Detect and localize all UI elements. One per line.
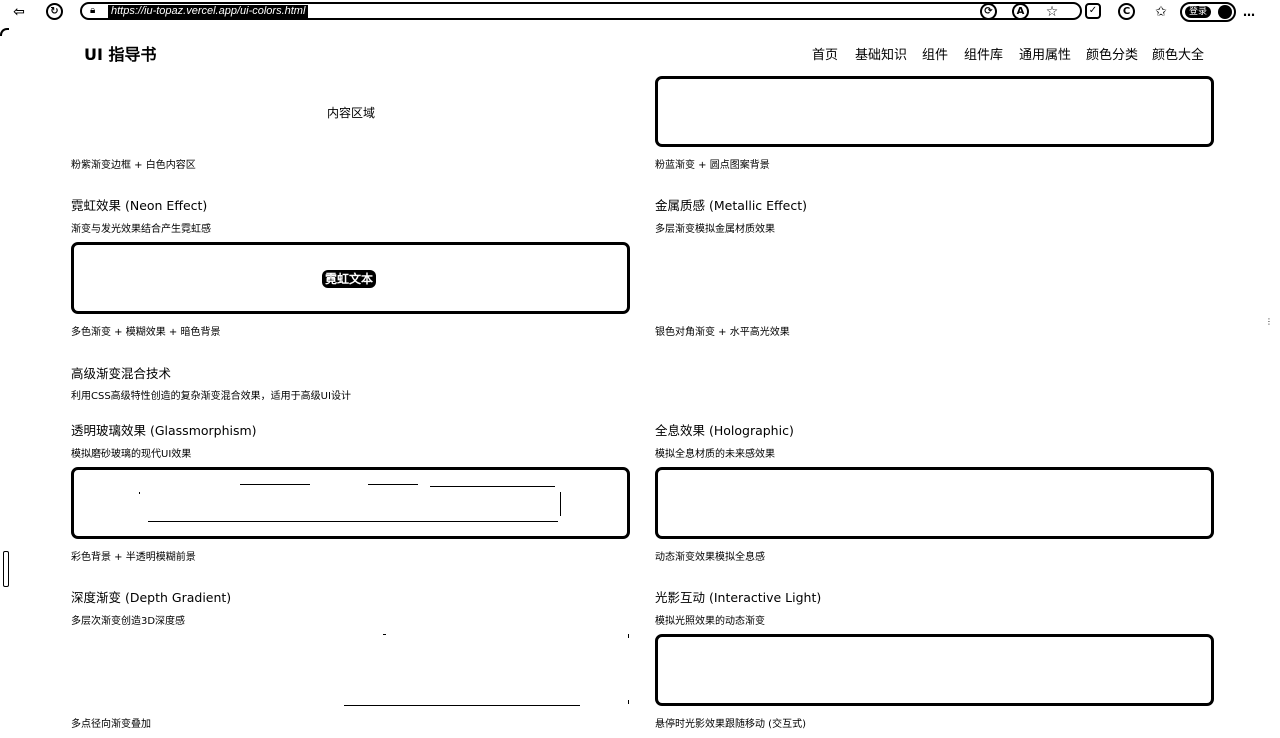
favorites-icon[interactable]: ✩ bbox=[1152, 3, 1170, 21]
back-arrow-icon[interactable]: ⇦ bbox=[10, 3, 28, 21]
dot-pattern-caption: 粉蓝渐变 + 圆点图案背景 bbox=[655, 160, 770, 171]
extension-icon[interactable]: ✓ bbox=[1085, 3, 1101, 19]
metallic-caption: 银色对角渐变 + 水平高光效果 bbox=[655, 327, 790, 338]
favorite-star-icon[interactable]: ☆ bbox=[1043, 3, 1061, 21]
url-text: https://iu-topaz.vercel.app/ui-colors.ht… bbox=[108, 5, 309, 18]
read-aloud-icon[interactable]: A bbox=[1012, 3, 1029, 20]
dot-pattern-preview bbox=[655, 76, 1214, 147]
nav-component-library[interactable]: 组件库 bbox=[964, 44, 1003, 63]
translate-icon[interactable]: ⟳ bbox=[980, 3, 997, 20]
border-gradient-caption: 粉紫渐变边框 + 白色内容区 bbox=[71, 160, 196, 171]
neon-description: 渐变与发光效果结合产生霓虹感 bbox=[71, 224, 211, 235]
browser-toolbar: ⇦ ↻ 🔒︎ https://iu-topaz.vercel.app/ui-co… bbox=[0, 0, 1280, 24]
holographic-preview bbox=[655, 467, 1214, 539]
window-frame bbox=[0, 24, 9, 738]
profile-label: 登录 bbox=[1185, 6, 1212, 18]
depth-description: 多层次渐变创造3D深度感 bbox=[71, 616, 186, 627]
metallic-title: 金属质感 (Metallic Effect) bbox=[655, 198, 808, 213]
avatar-icon bbox=[1218, 5, 1232, 19]
sidebar-handle[interactable] bbox=[3, 551, 9, 587]
light-caption: 悬停时光影效果跟随移动 (交互式) bbox=[655, 719, 806, 730]
depth-title: 深度渐变 (Depth Gradient) bbox=[71, 590, 232, 605]
section-description: 利用CSS高级特性创造的复杂渐变混合效果，适用于高级UI设计 bbox=[71, 391, 351, 402]
neon-title: 霓虹效果 (Neon Effect) bbox=[71, 198, 208, 213]
light-preview[interactable] bbox=[655, 634, 1214, 706]
site-logo[interactable]: UI 指导书 bbox=[84, 41, 157, 65]
holographic-description: 模拟全息材质的未来感效果 bbox=[655, 449, 775, 460]
glass-preview bbox=[71, 467, 630, 539]
nav-components[interactable]: 组件 bbox=[922, 44, 948, 63]
nav-color-categories[interactable]: 颜色分类 bbox=[1086, 44, 1138, 63]
more-icon[interactable]: … bbox=[1240, 3, 1258, 21]
nav-common-properties[interactable]: 通用属性 bbox=[1019, 44, 1071, 63]
side-expand-icon[interactable]: ⋮ bbox=[1265, 317, 1279, 329]
address-bar[interactable]: 🔒︎ https://iu-topaz.vercel.app/ui-colors… bbox=[80, 2, 1082, 20]
nav-color-collection[interactable]: 颜色大全 bbox=[1152, 44, 1204, 63]
neon-caption: 多色渐变 + 模糊效果 + 暗色背景 bbox=[71, 327, 221, 338]
glass-title: 透明玻璃效果 (Glassmorphism) bbox=[71, 423, 257, 438]
holographic-caption: 动态渐变效果模拟全息感 bbox=[655, 552, 765, 563]
nav-home[interactable]: 首页 bbox=[812, 44, 838, 63]
copilot-icon[interactable]: C bbox=[1118, 3, 1135, 20]
light-title: 光影互动 (Interactive Light) bbox=[655, 590, 822, 605]
reload-icon[interactable]: ↻ bbox=[46, 3, 63, 20]
neon-preview-text: 霓虹文本 bbox=[322, 270, 377, 288]
glass-caption: 彩色背景 + 半透明模糊前景 bbox=[71, 552, 196, 563]
metallic-description: 多层渐变模拟金属材质效果 bbox=[655, 224, 775, 235]
nav-basics[interactable]: 基础知识 bbox=[855, 44, 907, 63]
border-gradient-preview-text: 内容区域 bbox=[327, 106, 376, 120]
holographic-title: 全息效果 (Holographic) bbox=[655, 423, 794, 438]
section-title: 高级渐变混合技术 bbox=[71, 366, 172, 381]
profile-button[interactable]: 登录 bbox=[1180, 2, 1236, 22]
light-description: 模拟光照效果的动态渐变 bbox=[655, 616, 765, 627]
depth-caption: 多点径向渐变叠加 bbox=[71, 719, 151, 730]
glass-description: 模拟磨砂玻璃的现代UI效果 bbox=[71, 449, 192, 460]
lock-icon: 🔒︎ bbox=[90, 5, 96, 16]
